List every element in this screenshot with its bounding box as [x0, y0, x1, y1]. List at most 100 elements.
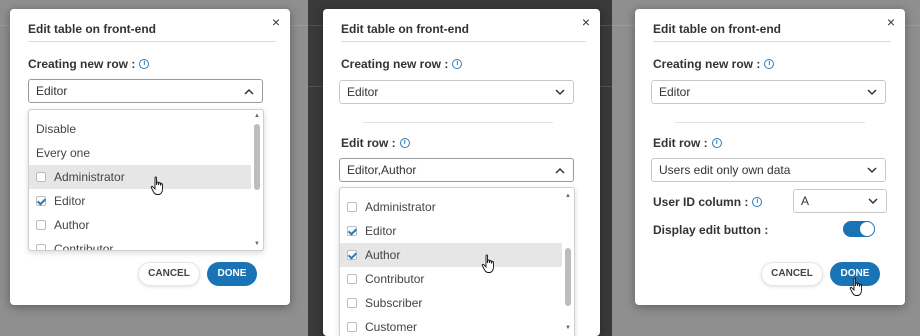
section-divider: [363, 122, 553, 123]
hand-cursor-icon: [150, 176, 163, 195]
option-administrator[interactable]: Administrator: [340, 195, 562, 219]
info-icon[interactable]: i: [452, 59, 463, 69]
creating-new-row-select[interactable]: Editor: [651, 80, 886, 104]
edit-table-modal-2: Edit table on front-end × Creating new r…: [323, 9, 600, 336]
scrollbar-thumb[interactable]: [254, 124, 260, 190]
info-icon[interactable]: i: [399, 138, 410, 148]
edit-table-modal-3: Edit table on front-end × Creating new r…: [635, 9, 905, 305]
scroll-up-arrow-icon[interactable]: ▲: [564, 192, 572, 200]
checkbox[interactable]: [347, 322, 357, 332]
select-value: Editor: [36, 84, 68, 98]
option-editor[interactable]: Editor: [340, 219, 562, 243]
creating-new-row-dropdown: Disable Every one Administrator Editor A…: [28, 109, 264, 251]
edit-row-label-text: Edit row :: [341, 136, 396, 150]
close-icon[interactable]: ×: [272, 14, 280, 30]
checkbox-checked[interactable]: [36, 196, 46, 206]
scrollbar-thumb[interactable]: [565, 248, 571, 306]
display-edit-button-label-text: Display edit button :: [653, 223, 769, 237]
checkbox-checked[interactable]: [347, 226, 357, 236]
checkbox[interactable]: [347, 274, 357, 284]
display-edit-button-toggle[interactable]: [843, 221, 875, 237]
cancel-button[interactable]: CANCEL: [138, 262, 200, 286]
creating-new-row-label: Creating new row : i: [341, 57, 463, 71]
chevron-down-icon: [868, 198, 878, 205]
creating-new-row-label-text: Creating new row :: [341, 57, 449, 71]
dropdown-scrollbar[interactable]: ▲ ▼: [253, 112, 261, 248]
chevron-up-icon: [555, 167, 565, 174]
option-label: Administrator: [54, 170, 125, 184]
option-label: Administrator: [365, 200, 436, 214]
option-label: Contributor: [365, 272, 425, 286]
checkbox[interactable]: [36, 172, 46, 182]
option-author[interactable]: Author: [340, 243, 562, 267]
info-icon[interactable]: i: [752, 197, 763, 207]
select-value: Users edit only own data: [659, 163, 791, 177]
scroll-down-arrow-icon[interactable]: ▼: [253, 240, 261, 248]
close-icon[interactable]: ×: [582, 14, 590, 30]
dropdown-scrollbar[interactable]: ▲ ▼: [564, 192, 572, 332]
option-label: Author: [365, 248, 401, 262]
creating-new-row-label-text: Creating new row :: [28, 57, 136, 71]
edit-row-dropdown: Administrator Editor Author Contributor …: [339, 187, 575, 336]
modal-title: Edit table on front-end: [653, 22, 781, 36]
user-id-column-label: User ID column : i: [653, 195, 763, 209]
edit-row-label: Edit row : i: [341, 136, 410, 150]
option-editor[interactable]: Editor: [29, 189, 251, 213]
option-administrator[interactable]: Administrator: [29, 165, 251, 189]
select-value: A: [801, 194, 810, 208]
option-contributor[interactable]: Contributor: [340, 267, 562, 291]
checkbox[interactable]: [36, 220, 46, 230]
modal-title: Edit table on front-end: [28, 22, 156, 36]
checkbox[interactable]: [347, 202, 357, 212]
creating-new-row-label: Creating new row : i: [653, 57, 775, 71]
edit-row-select[interactable]: Editor,Author: [339, 158, 574, 182]
cancel-button[interactable]: CANCEL: [761, 262, 823, 286]
option-disable[interactable]: Disable: [29, 117, 251, 141]
scroll-down-arrow-icon[interactable]: ▼: [564, 324, 572, 332]
title-divider: [653, 41, 891, 42]
creating-new-row-label-text: Creating new row :: [653, 57, 761, 71]
info-icon[interactable]: i: [139, 59, 150, 69]
section-divider: [675, 122, 865, 123]
edit-row-select[interactable]: Users edit only own data: [651, 158, 886, 182]
select-value: Editor,Author: [347, 163, 417, 177]
chevron-down-icon: [867, 89, 877, 96]
option-customer[interactable]: Customer: [340, 315, 562, 336]
info-icon[interactable]: i: [711, 138, 722, 148]
option-label: Customer: [365, 320, 418, 334]
creating-new-row-select[interactable]: Editor: [28, 79, 263, 103]
info-icon[interactable]: i: [764, 59, 775, 69]
option-label: Disable: [36, 122, 77, 136]
hand-cursor-icon: [481, 254, 494, 273]
user-id-column-label-text: User ID column :: [653, 195, 749, 209]
chevron-up-icon: [244, 88, 254, 95]
creating-new-row-label: Creating new row : i: [28, 57, 150, 71]
chevron-down-icon: [867, 167, 877, 174]
option-author[interactable]: Author: [29, 213, 251, 237]
done-button[interactable]: DONE: [207, 262, 257, 286]
hand-cursor-icon: [849, 277, 862, 296]
edit-row-label: Edit row : i: [653, 136, 722, 150]
select-value: Editor: [347, 85, 379, 99]
select-value: Editor: [659, 85, 691, 99]
option-label: Editor: [54, 194, 86, 208]
option-subscriber[interactable]: Subscriber: [340, 291, 562, 315]
display-edit-button-label: Display edit button :: [653, 223, 768, 237]
option-label: Editor: [365, 224, 397, 238]
toggle-knob: [860, 222, 874, 236]
close-icon[interactable]: ×: [887, 14, 895, 30]
option-every-one[interactable]: Every one: [29, 141, 251, 165]
creating-new-row-select[interactable]: Editor: [339, 80, 574, 104]
scroll-up-arrow-icon[interactable]: ▲: [253, 112, 261, 120]
option-contributor[interactable]: Contributor: [29, 237, 251, 251]
option-label: Contributor: [54, 242, 114, 251]
checkbox[interactable]: [36, 244, 46, 250]
modal-title: Edit table on front-end: [341, 22, 469, 36]
chevron-down-icon: [555, 89, 565, 96]
user-id-column-select[interactable]: A: [793, 189, 887, 213]
option-label: Every one: [36, 146, 91, 160]
checkbox-checked[interactable]: [347, 250, 357, 260]
title-divider: [341, 41, 586, 42]
checkbox[interactable]: [347, 298, 357, 308]
edit-row-label-text: Edit row :: [653, 136, 708, 150]
